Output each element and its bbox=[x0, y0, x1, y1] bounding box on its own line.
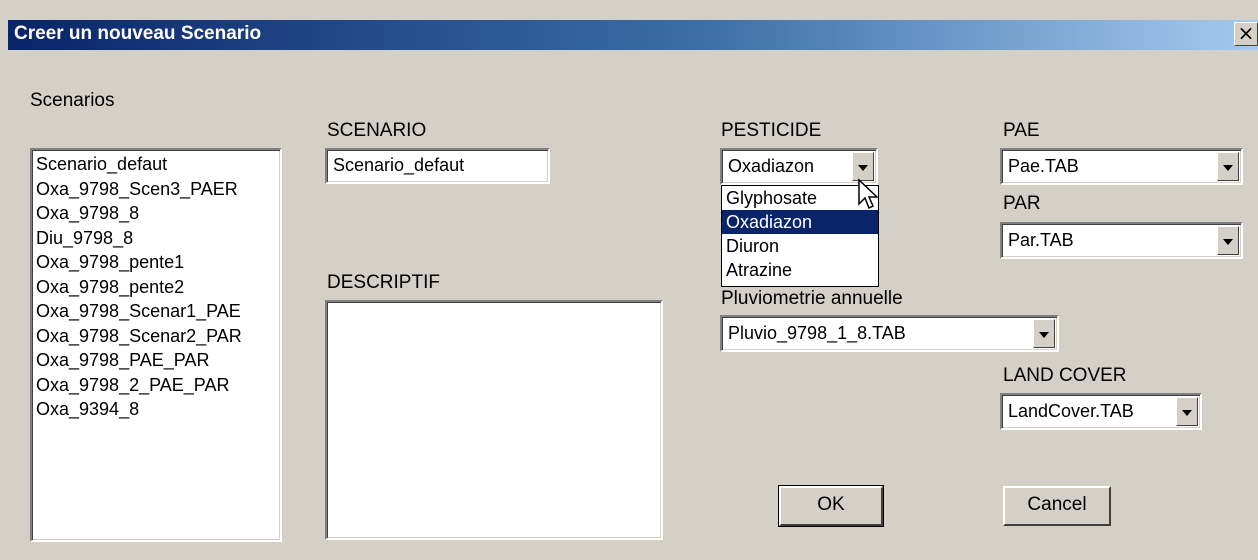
scenario-list-item[interactable]: Oxa_9798_8 bbox=[36, 201, 276, 226]
pae-select[interactable]: Pae.TAB bbox=[1000, 148, 1243, 185]
cancel-button[interactable]: Cancel bbox=[1003, 486, 1111, 526]
pesticide-options: Glyphosate Oxadiazon Diuron Atrazine bbox=[722, 186, 878, 282]
scenario-list-item[interactable]: Oxa_9798_pente1 bbox=[36, 250, 276, 275]
scenario-list-item[interactable]: Oxa_9798_Scen3_PAER bbox=[36, 177, 276, 202]
pluvio-value: Pluvio_9798_1_8.TAB bbox=[728, 323, 906, 343]
descriptif-textarea[interactable] bbox=[325, 300, 663, 540]
pesticide-option[interactable]: Diuron bbox=[722, 234, 878, 258]
window-title: Creer un nouveau Scenario bbox=[14, 23, 262, 44]
scenario-list-item[interactable]: Oxa_9798_Scenar1_PAE bbox=[36, 299, 276, 324]
close-button[interactable]: × bbox=[1234, 22, 1258, 46]
pae-dropdown-button[interactable] bbox=[1217, 152, 1239, 181]
scenario-list-item[interactable]: Oxa_9798_Scenar2_PAR bbox=[36, 324, 276, 349]
pesticide-label: PESTICIDE bbox=[721, 120, 822, 141]
landcover-select[interactable]: LandCover.TAB bbox=[1000, 393, 1202, 430]
landcover-value: LandCover.TAB bbox=[1008, 401, 1134, 421]
close-icon: × bbox=[1237, 21, 1255, 45]
scenario-list-item[interactable]: Oxa_9798_2_PAE_PAR bbox=[36, 373, 276, 398]
par-value: Par.TAB bbox=[1008, 230, 1074, 250]
scenarios-list: Scenario_defaut Oxa_9798_Scen3_PAER Oxa_97… bbox=[36, 152, 276, 422]
title-bar[interactable]: Creer un nouveau Scenario × bbox=[8, 20, 1258, 50]
scenarios-listbox[interactable]: Scenario_defaut Oxa_9798_Scen3_PAER Oxa_97… bbox=[30, 148, 282, 542]
pesticide-option[interactable]: Oxadiazon bbox=[722, 210, 878, 234]
landcover-dropdown-button[interactable] bbox=[1176, 397, 1198, 426]
scenario-name-value: Scenario_defaut bbox=[333, 155, 465, 175]
pesticide-value: Oxadiazon bbox=[728, 156, 815, 176]
landcover-label: LAND COVER bbox=[1003, 365, 1127, 386]
par-select[interactable]: Par.TAB bbox=[1000, 222, 1243, 259]
scenario-list-item[interactable]: Scenario_defaut bbox=[36, 152, 276, 177]
scenario-list-item[interactable]: Diu_9798_8 bbox=[36, 226, 276, 251]
pesticide-option[interactable]: Glyphosate bbox=[722, 186, 878, 210]
pesticide-dropdown-list[interactable]: Glyphosate Oxadiazon Diuron Atrazine bbox=[721, 185, 879, 287]
pae-value: Pae.TAB bbox=[1008, 156, 1079, 176]
pluvio-select[interactable]: Pluvio_9798_1_8.TAB bbox=[720, 315, 1059, 352]
mouse-pointer-icon bbox=[858, 178, 879, 210]
scenario-name-input[interactable]: Scenario_defaut bbox=[325, 148, 550, 184]
pae-label: PAE bbox=[1003, 120, 1040, 141]
ok-button[interactable]: OK bbox=[778, 485, 884, 527]
pluvio-dropdown-button[interactable] bbox=[1033, 319, 1055, 348]
descriptif-label: DESCRIPTIF bbox=[327, 272, 440, 293]
scenario-list-item[interactable]: Oxa_9798_pente2 bbox=[36, 275, 276, 300]
pesticide-select[interactable]: Oxadiazon bbox=[720, 148, 878, 185]
par-label: PAR bbox=[1003, 193, 1041, 214]
scenario-list-item[interactable]: Oxa_9394_8 bbox=[36, 397, 276, 422]
pesticide-option[interactable]: Atrazine bbox=[722, 258, 878, 282]
pesticide-dropdown-button[interactable] bbox=[852, 152, 874, 181]
scenario-label: SCENARIO bbox=[327, 120, 427, 141]
scenarios-label: Scenarios bbox=[30, 90, 115, 111]
dialog-window: Creer un nouveau Scenario × Scenarios Sc… bbox=[0, 0, 1258, 560]
scenario-list-item[interactable]: Oxa_9798_PAE_PAR bbox=[36, 348, 276, 373]
pluvio-label: Pluviometrie annuelle bbox=[721, 288, 903, 309]
par-dropdown-button[interactable] bbox=[1217, 226, 1239, 255]
